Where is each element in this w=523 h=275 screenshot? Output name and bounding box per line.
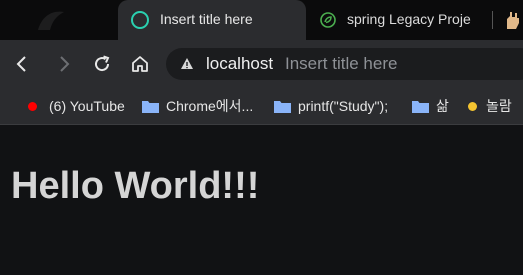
reload-button[interactable] [90,52,114,76]
tab-insert-title[interactable]: Insert title here [118,0,306,40]
back-arrow-icon [16,56,26,72]
back-button[interactable] [10,52,34,76]
site-info-icon[interactable] [180,57,194,71]
url-host: localhost [206,54,274,73]
forward-arrow-icon [60,56,70,72]
tab-separator [492,11,493,29]
bookmark-label: 놀람 [486,98,512,114]
hand-icon[interactable] [502,9,523,31]
bookmark-label: Chrome에서... [166,98,254,114]
bookmark-folder-printf[interactable]: printf("Study"); [274,88,388,124]
folder-icon [412,100,429,113]
folder-icon [142,100,159,113]
bookmark-label: (6) YouTube [49,98,125,114]
page-heading: Hello World!!! [11,165,260,207]
bookmark-surprise[interactable]: 놀람 [468,88,512,124]
folder-icon [274,100,291,113]
bookmark-youtube[interactable]: (6) YouTube [28,88,125,124]
tab-title: Insert title here [160,11,253,27]
bookmark-label: printf("Study"); [298,98,389,114]
spring-leaf-icon [320,12,336,28]
bookmark-folder-life[interactable]: 삶 [412,88,449,124]
forward-button[interactable] [52,52,76,76]
browser-toolbar: localhost Insert title here [0,40,523,88]
bookmarks-bar: (6) YouTube Chrome에서... printf("Study");… [0,88,523,125]
yellow-dot-icon [468,101,477,111]
tab-spring-legacy[interactable]: spring Legacy Proje [312,0,490,40]
home-button[interactable] [128,52,152,76]
circle-loading-icon [131,11,149,29]
page-viewport: Hello World!!! [0,125,523,275]
bookmark-label: 삶 [436,98,449,114]
tab-strip: Insert title here spring Legacy Proje [0,0,523,40]
browser-logo-icon [38,11,64,30]
tab-title: spring Legacy Proje [347,11,471,27]
url-page-title: Insert title here [285,54,398,73]
address-bar[interactable]: localhost Insert title here [166,48,523,80]
reload-icon [95,55,110,72]
home-icon [132,56,148,72]
bookmark-folder-chrome[interactable]: Chrome에서... [142,88,253,124]
youtube-dot-icon [28,101,37,111]
